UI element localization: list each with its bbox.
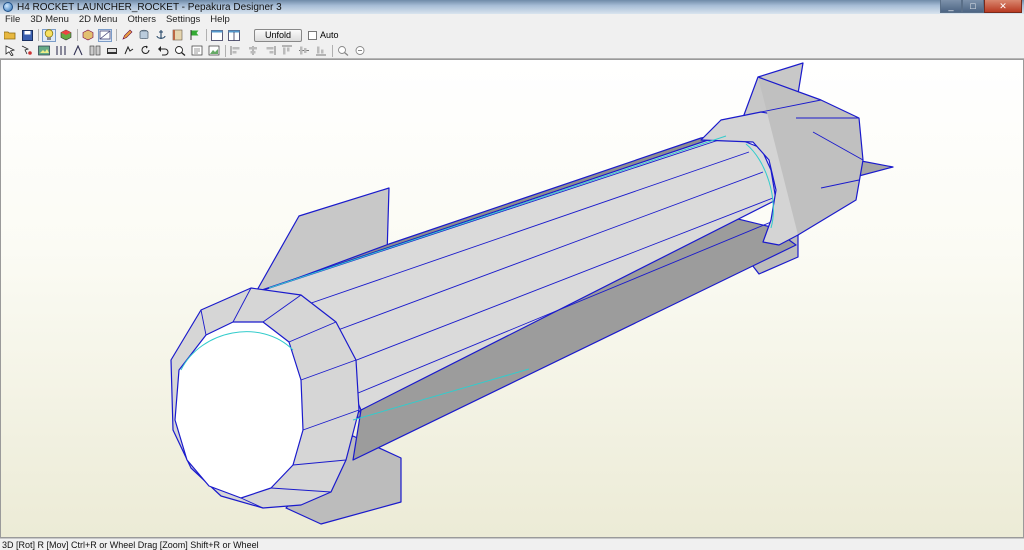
auto-checkbox-box[interactable] xyxy=(308,30,317,40)
menu-help[interactable]: Help xyxy=(205,14,235,26)
edit-text-icon[interactable] xyxy=(190,44,204,57)
title-bar[interactable]: H4 ROCKET LAUNCHER_ROCKET - Pepakura Des… xyxy=(0,0,1024,14)
toolbar-separator xyxy=(38,29,39,41)
flag-icon[interactable] xyxy=(188,29,202,42)
auto-checkbox-label: Auto xyxy=(320,30,339,40)
save-icon[interactable] xyxy=(20,29,34,42)
book-icon[interactable] xyxy=(171,29,185,42)
rotate-part-icon[interactable] xyxy=(139,44,153,57)
cylinder-icon[interactable] xyxy=(137,29,151,42)
select-arrow-icon[interactable] xyxy=(3,44,17,57)
window-title: H4 ROCKET LAUNCHER_ROCKET - Pepakura Des… xyxy=(17,1,282,13)
wireframe-view-icon[interactable] xyxy=(98,28,112,42)
main-toolbar: Unfold Auto xyxy=(0,27,1024,43)
menu-bar: File 3D Menu 2D Menu Others Settings Hel… xyxy=(0,14,1024,26)
align-center-icon[interactable] xyxy=(246,44,260,57)
dual-pane-icon[interactable] xyxy=(227,29,241,42)
join-edge-icon[interactable] xyxy=(88,44,102,57)
texture-icon[interactable] xyxy=(37,44,51,57)
toolbar-separator xyxy=(77,29,78,41)
toolbar-separator xyxy=(225,44,226,57)
toolbar-separator xyxy=(206,29,207,41)
menu-others[interactable]: Others xyxy=(122,14,161,26)
pencil-icon[interactable] xyxy=(120,29,134,42)
align-left-icon[interactable] xyxy=(229,44,243,57)
cut-edge-icon[interactable] xyxy=(54,44,68,57)
menu-3d[interactable]: 3D Menu xyxy=(25,14,74,26)
move-part-icon[interactable] xyxy=(122,44,136,57)
single-pane-icon[interactable] xyxy=(210,29,224,42)
window-controls: _ □ ✕ xyxy=(940,0,1022,14)
align-bottom-icon[interactable] xyxy=(314,44,328,57)
app-logo-icon xyxy=(3,2,13,12)
shaded-view-icon[interactable] xyxy=(81,29,95,42)
fold-edge-icon[interactable] xyxy=(71,44,85,57)
align-right-icon[interactable] xyxy=(263,44,277,57)
maximize-button[interactable]: □ xyxy=(962,0,984,13)
close-button[interactable]: ✕ xyxy=(984,0,1022,13)
image-icon[interactable] xyxy=(207,44,221,57)
auto-checkbox[interactable]: Auto xyxy=(308,30,339,40)
toolbar-separator xyxy=(332,44,333,57)
status-bar: 3D [Rot] R [Mov] Ctrl+R or Wheel Drag [Z… xyxy=(0,538,1024,550)
align-middle-icon[interactable] xyxy=(297,44,311,57)
light-bulb-icon[interactable] xyxy=(42,28,56,42)
undo-icon[interactable] xyxy=(156,44,170,57)
toolbar-separator xyxy=(116,29,117,41)
3d-viewport[interactable] xyxy=(0,59,1024,538)
zoom-out-icon[interactable] xyxy=(353,44,367,57)
anchor-icon[interactable] xyxy=(154,29,168,42)
align-top-icon[interactable] xyxy=(280,44,294,57)
unfold-button[interactable]: Unfold xyxy=(254,28,302,42)
minimize-button[interactable]: _ xyxy=(940,0,962,13)
zoom-part-icon[interactable] xyxy=(173,44,187,57)
flap-icon[interactable] xyxy=(105,44,119,57)
menu-file[interactable]: File xyxy=(0,14,25,26)
color-cube-icon[interactable] xyxy=(59,29,73,42)
vertex-select-icon[interactable] xyxy=(20,44,34,57)
edit-toolbar xyxy=(0,43,1024,59)
menu-2d[interactable]: 2D Menu xyxy=(74,14,123,26)
open-folder-icon[interactable] xyxy=(3,29,17,42)
rocket-model[interactable] xyxy=(1,60,1023,537)
zoom-in-icon[interactable] xyxy=(336,44,350,57)
menu-settings[interactable]: Settings xyxy=(161,14,205,26)
